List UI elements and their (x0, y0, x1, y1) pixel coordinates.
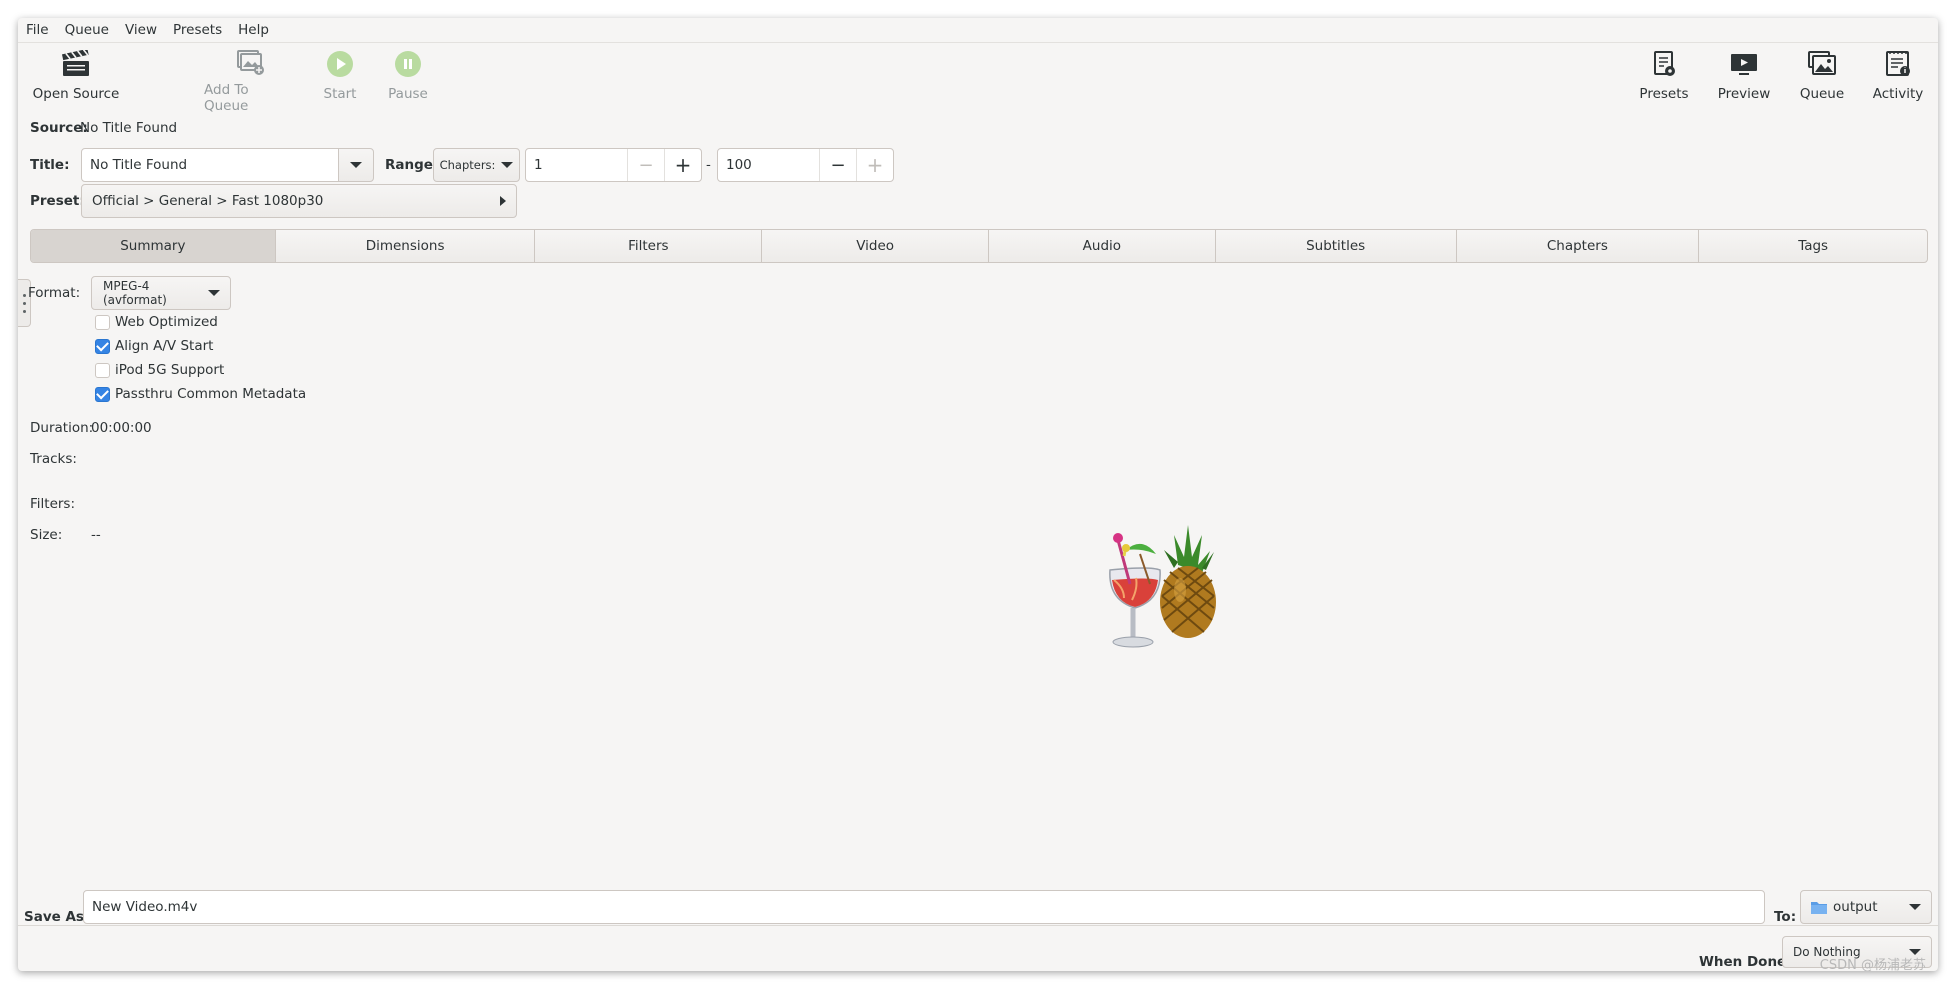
queue-label: Queue (1799, 86, 1845, 102)
menubar: File Queue View Presets Help (18, 18, 1938, 43)
chevron-right-icon (500, 196, 506, 206)
presets-label: Presets (1639, 86, 1689, 102)
add-to-queue-button[interactable]: Add To Queue (204, 48, 296, 114)
range-end-value[interactable]: 100 (726, 157, 819, 173)
menu-presets[interactable]: Presets (165, 18, 230, 42)
align-av-start-label: Align A/V Start (115, 338, 214, 354)
start-label: Start (323, 86, 357, 102)
range-mode-dropdown[interactable]: Chapters: (433, 148, 520, 182)
ipod-5g-support-checkbox[interactable] (95, 363, 110, 378)
footer-divider (18, 925, 1938, 926)
tab-chapters[interactable]: Chapters (1457, 230, 1700, 262)
pause-label: Pause (388, 86, 428, 102)
folder-icon (1811, 902, 1827, 914)
activity-button[interactable]: Activity (1870, 48, 1926, 104)
title-label: Title: (30, 157, 70, 173)
size-label: Size: (30, 527, 63, 543)
settings-tabs: Summary Dimensions Filters Video Audio S… (30, 229, 1928, 263)
app-window: File Queue View Presets Help Open Source (18, 18, 1938, 971)
queue-button[interactable]: Queue (1794, 48, 1850, 104)
play-icon (326, 48, 354, 80)
range-end-increment[interactable]: + (856, 149, 893, 181)
title-value: No Title Found (90, 157, 188, 173)
web-optimized-checkbox[interactable] (95, 315, 110, 330)
tab-tags[interactable]: Tags (1699, 230, 1927, 262)
tab-dimensions[interactable]: Dimensions (276, 230, 536, 262)
menu-help[interactable]: Help (230, 18, 277, 42)
start-button[interactable]: Start (320, 48, 360, 104)
open-source-button[interactable]: Open Source (32, 48, 120, 104)
tab-filters[interactable]: Filters (535, 230, 763, 262)
format-dropdown[interactable]: MPEG-4 (avformat) (91, 276, 231, 310)
open-source-label: Open Source (32, 86, 120, 102)
duration-label: Duration: (30, 420, 94, 436)
ipod-5g-support-label: iPod 5G Support (115, 362, 225, 378)
activity-log-icon (1884, 48, 1912, 80)
format-value: MPEG-4 (avformat) (103, 279, 167, 307)
clapperboard-icon (61, 48, 91, 80)
tab-audio[interactable]: Audio (989, 230, 1216, 262)
pause-button[interactable]: Pause (388, 48, 428, 104)
chevron-down-icon (208, 290, 220, 296)
tab-video[interactable]: Video (762, 230, 989, 262)
add-to-queue-label: Add To Queue (204, 82, 249, 114)
add-to-queue-icon (235, 48, 265, 76)
presets-button[interactable]: Presets (1636, 48, 1692, 104)
save-as-label: Save As: (24, 909, 90, 925)
preset-menu-button[interactable]: Official > General > Fast 1080p30 (81, 184, 517, 218)
tracks-label: Tracks: (30, 451, 77, 467)
source-value: No Title Found (80, 120, 178, 136)
range-mode-value: Chapters: (439, 158, 496, 172)
align-av-start-checkbox[interactable] (95, 339, 110, 354)
pause-icon (394, 48, 422, 80)
passthru-metadata-label: Passthru Common Metadata (115, 386, 307, 402)
save-as-value[interactable]: New Video.m4v (92, 899, 197, 915)
menu-queue[interactable]: Queue (57, 18, 117, 42)
destination-folder-chooser[interactable]: output (1800, 890, 1932, 924)
chevron-down-icon (1909, 904, 1921, 910)
presets-icon (1651, 48, 1677, 80)
filters-summary-label: Filters: (30, 496, 76, 512)
duration-value: 00:00:00 (91, 420, 152, 436)
preset-value: Official > General > Fast 1080p30 (92, 193, 324, 209)
format-label: Format: (28, 285, 81, 301)
handbrake-logo (1078, 510, 1228, 660)
destination-label: To: (1774, 909, 1797, 925)
size-value: -- (91, 527, 101, 543)
web-optimized-label: Web Optimized (115, 314, 218, 330)
range-separator: - (706, 157, 711, 173)
menu-view[interactable]: View (117, 18, 165, 42)
preview-button[interactable]: Preview (1716, 48, 1772, 104)
tab-subtitles[interactable]: Subtitles (1216, 230, 1457, 262)
range-start-decrement[interactable]: − (627, 149, 664, 181)
range-start-value[interactable]: 1 (534, 157, 627, 173)
range-start-spin[interactable]: 1 − + (525, 148, 702, 182)
preset-label: Preset: (30, 193, 85, 209)
chevron-down-icon (501, 162, 514, 168)
queue-icon (1806, 48, 1838, 80)
range-end-spin[interactable]: 100 − + (717, 148, 894, 182)
title-combo-entry[interactable]: No Title Found (81, 148, 339, 182)
title-dropdown-button[interactable] (338, 148, 374, 182)
destination-value: output (1833, 899, 1878, 915)
tab-summary[interactable]: Summary (31, 230, 276, 262)
preview-label: Preview (1717, 86, 1771, 102)
watermark-text: CSDN @杨浦老苏 (1819, 958, 1926, 971)
range-end-decrement[interactable]: − (819, 149, 856, 181)
menu-file[interactable]: File (18, 18, 57, 42)
monitor-preview-icon (1729, 48, 1759, 80)
range-start-increment[interactable]: + (664, 149, 701, 181)
chevron-down-icon (350, 162, 362, 168)
save-as-input[interactable]: New Video.m4v (83, 890, 1765, 924)
activity-label: Activity (1872, 86, 1924, 102)
passthru-metadata-checkbox[interactable] (95, 387, 110, 402)
when-done-label: When Done: (1699, 954, 1792, 970)
range-label: Range: (385, 157, 439, 173)
